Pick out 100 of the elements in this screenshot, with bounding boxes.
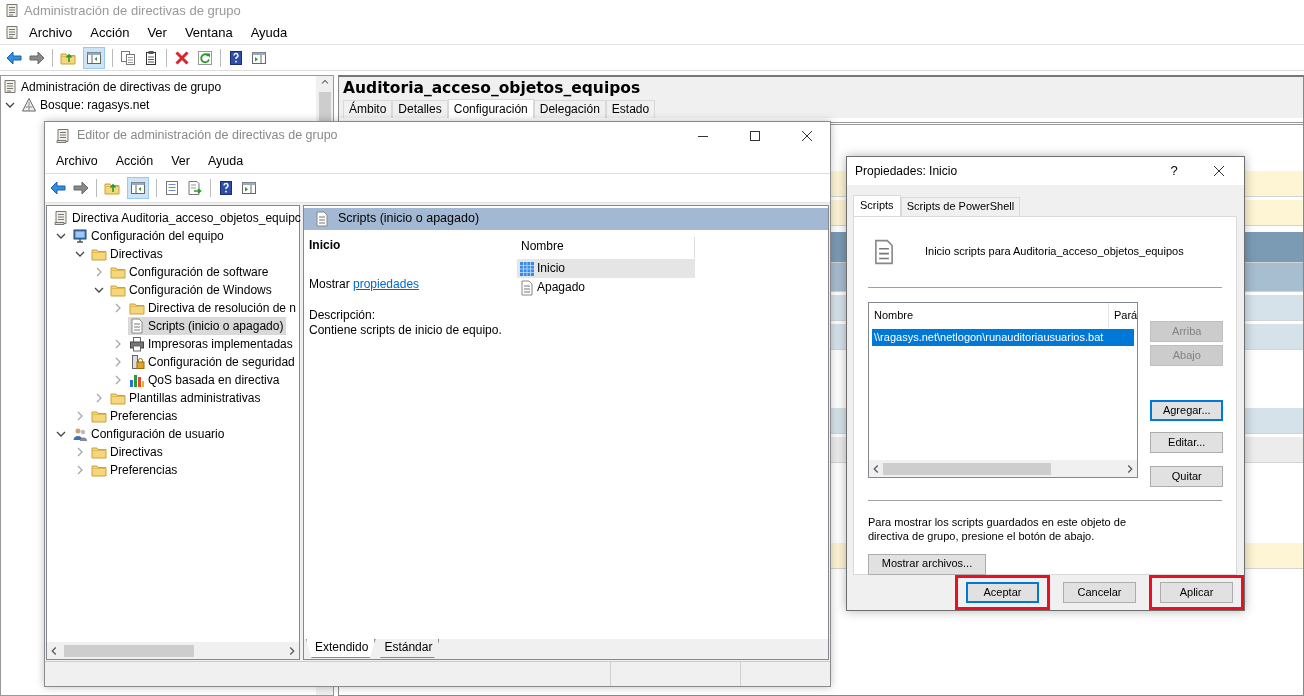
description-label: Descripción: xyxy=(309,308,377,323)
tree-item[interactable]: Configuración del equipo xyxy=(71,227,227,245)
bar-chart-icon xyxy=(129,372,145,388)
script-icon xyxy=(519,279,535,296)
help-icon[interactable] xyxy=(228,49,244,66)
tree-item[interactable]: Preferencias xyxy=(90,407,181,425)
computer-icon xyxy=(72,228,88,244)
dialog-heading: Inicio scripts para Auditoria_acceso_objetos_equipos xyxy=(925,245,1184,259)
tab[interactable]: Ámbito xyxy=(343,100,393,119)
view-tab[interactable]: Estándar xyxy=(375,639,440,658)
folder-icon xyxy=(110,282,126,298)
horizontal-scrollbar[interactable] xyxy=(47,642,299,659)
tab[interactable]: Configuración xyxy=(447,99,534,119)
column-header[interactable]: Nombre xyxy=(869,303,1109,328)
button[interactable]: Agregar... xyxy=(1150,400,1224,421)
list-icon[interactable] xyxy=(164,180,180,196)
show-files-button[interactable]: Mostrar archivos... xyxy=(868,553,986,575)
button[interactable]: Aplicar xyxy=(1160,582,1233,603)
tab[interactable]: Scripts xyxy=(853,195,901,217)
tree-item[interactable]: Administración de directivas de grupo xyxy=(1,78,225,96)
menu-item[interactable]: Ventana xyxy=(175,24,242,42)
show-tree-icon[interactable] xyxy=(86,49,102,66)
delete-icon[interactable] xyxy=(174,49,190,66)
dialog-title: Propiedades: Inicio xyxy=(855,163,959,179)
column-header[interactable]: Pará xyxy=(1109,308,1138,323)
list-item[interactable]: Apagado xyxy=(517,278,695,297)
scrollbar-thumb[interactable] xyxy=(64,644,194,657)
button[interactable]: Editar... xyxy=(1150,432,1224,453)
forward-arrow-icon[interactable] xyxy=(73,180,89,196)
button[interactable]: Cancelar xyxy=(1063,582,1136,603)
refresh-icon[interactable] xyxy=(197,49,213,66)
properties-icon[interactable] xyxy=(251,49,267,66)
console-icon xyxy=(2,79,18,95)
scrollbar-thumb[interactable] xyxy=(318,92,331,122)
tree-item[interactable]: Directiva de resolución de n xyxy=(127,299,299,317)
tree-item[interactable]: Directiva Auditoria_acceso_objetos_equipc xyxy=(52,209,304,227)
scroll-icon xyxy=(55,128,71,144)
folder-icon xyxy=(91,462,107,478)
section-header: Scripts (inicio o apagado) xyxy=(304,208,828,230)
menu-item[interactable]: Ver xyxy=(138,24,176,42)
horizontal-scrollbar[interactable] xyxy=(869,460,1138,477)
users-icon xyxy=(72,426,88,442)
tab[interactable]: Detalles xyxy=(392,100,448,119)
script-icon xyxy=(129,318,145,334)
maximize-icon[interactable] xyxy=(747,128,763,144)
tree-item[interactable]: Impresoras implementadas xyxy=(128,335,296,353)
tree-item[interactable]: Configuración de software xyxy=(109,263,272,281)
tree-item[interactable]: Configuración de seguridad xyxy=(128,353,298,371)
clipboard-icon[interactable] xyxy=(143,49,159,66)
tree-item[interactable]: Plantillas administrativas xyxy=(109,389,264,407)
properties-link[interactable]: propiedades xyxy=(353,277,420,291)
button[interactable]: Quitar xyxy=(1150,466,1224,487)
export-list-icon[interactable] xyxy=(187,180,203,196)
menu-item[interactable]: Ayuda xyxy=(241,24,297,42)
back-arrow-icon[interactable] xyxy=(6,49,22,66)
copy-icon[interactable] xyxy=(120,49,136,66)
printer-icon xyxy=(129,336,145,352)
menu-item[interactable]: Ayuda xyxy=(199,153,253,170)
folder-up-icon[interactable] xyxy=(104,180,120,196)
tab[interactable]: Scripts de PowerShell xyxy=(900,197,1021,216)
close-icon[interactable] xyxy=(799,128,815,144)
tree-item[interactable]: QoS basada en directiva xyxy=(128,371,283,389)
help-icon[interactable] xyxy=(218,180,234,196)
properties-icon[interactable] xyxy=(241,180,257,196)
triangle-icon xyxy=(21,97,37,113)
description-text: Contiene scripts de inicio de equipo. xyxy=(309,323,503,338)
menu-item[interactable]: Acción xyxy=(106,153,163,170)
view-tab[interactable]: Extendido xyxy=(306,639,376,658)
tree-item[interactable]: Directivas xyxy=(90,443,166,461)
tab[interactable]: Estado xyxy=(605,100,656,119)
show-tree-icon[interactable] xyxy=(130,180,146,196)
folder-icon xyxy=(110,264,126,280)
back-arrow-icon[interactable] xyxy=(50,180,66,196)
button[interactable]: Aceptar xyxy=(966,582,1039,603)
folder-icon xyxy=(128,300,145,316)
console-icon xyxy=(4,3,20,19)
tree-item[interactable]: Scripts (inicio o apagado) xyxy=(128,317,287,335)
menu-item[interactable]: Acción xyxy=(81,24,139,42)
scrollbar-thumb[interactable] xyxy=(883,462,1051,475)
console-icon[interactable] xyxy=(4,25,20,41)
grid-icon xyxy=(519,260,535,277)
note-text: Para mostrar los scripts guardados en este objeto de directiva de grupo, presione el botón de abajo. xyxy=(868,515,1128,544)
tree-item[interactable]: Preferencias xyxy=(90,461,181,479)
script-icon xyxy=(314,211,330,227)
tree-item[interactable]: Bosque: ragasys.net xyxy=(20,96,153,114)
folder-icon xyxy=(91,444,107,460)
help-button[interactable]: ? xyxy=(1154,163,1194,180)
forward-arrow-icon[interactable] xyxy=(29,49,45,66)
menu-item[interactable]: Ver xyxy=(162,153,199,170)
menu-item[interactable]: Archivo xyxy=(20,24,82,42)
properties-sentence: Mostrar propiedades xyxy=(309,277,421,292)
window-title: Administración de directivas de grupo xyxy=(24,2,241,20)
tree-item[interactable]: Directivas xyxy=(90,245,166,263)
policy-title: Auditoria_acceso_objetos_equipos xyxy=(343,79,642,99)
list-item[interactable]: Inicio xyxy=(517,259,695,278)
tab[interactable]: Delegación xyxy=(533,100,606,119)
list-row[interactable]: \\ragasys.net\netlogon\runauditoriausuarios.bat xyxy=(872,329,1135,346)
tree-item[interactable]: Configuración de usuario xyxy=(71,425,228,443)
tree-item[interactable]: Configuración de Windows xyxy=(109,281,275,299)
menu-item[interactable]: Archivo xyxy=(47,153,107,170)
